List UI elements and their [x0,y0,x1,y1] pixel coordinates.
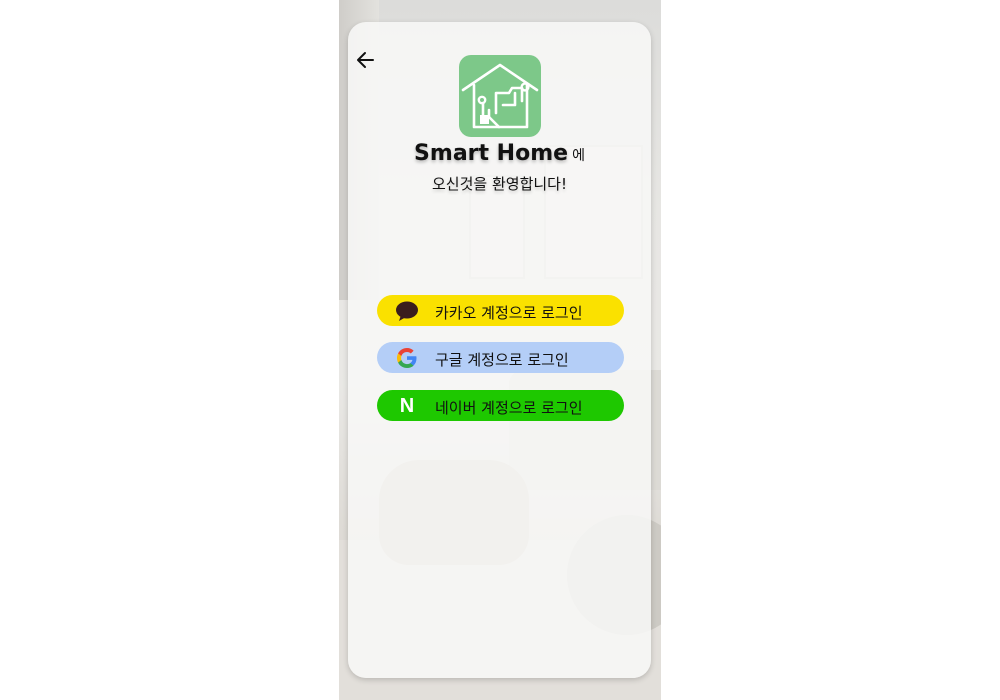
smart-home-house-icon [461,63,539,129]
app-logo [459,55,541,137]
naver-n-icon: N [395,395,419,417]
google-login-label: 구글 계정으로 로그인 [435,351,569,369]
back-button[interactable] [355,49,377,71]
arrow-left-icon [357,52,374,68]
kakao-speech-bubble-icon [395,300,419,322]
welcome-title: Smart Home 에 [348,141,651,166]
app-name: Smart Home [414,141,569,166]
welcome-title-suffix: 에 [572,148,585,164]
naver-login-label: 네이버 계정으로 로그인 [435,399,583,417]
kakao-login-label: 카카오 계정으로 로그인 [435,304,583,322]
google-login-button[interactable]: 구글 계정으로 로그인 [377,342,624,373]
naver-login-button[interactable]: N 네이버 계정으로 로그인 [377,390,624,421]
kakao-login-button[interactable]: 카카오 계정으로 로그인 [377,295,624,326]
welcome-subtitle: 오신것을 환영합니다! [432,175,567,193]
naver-n-glyph: N [399,395,415,417]
google-g-icon [395,347,419,369]
